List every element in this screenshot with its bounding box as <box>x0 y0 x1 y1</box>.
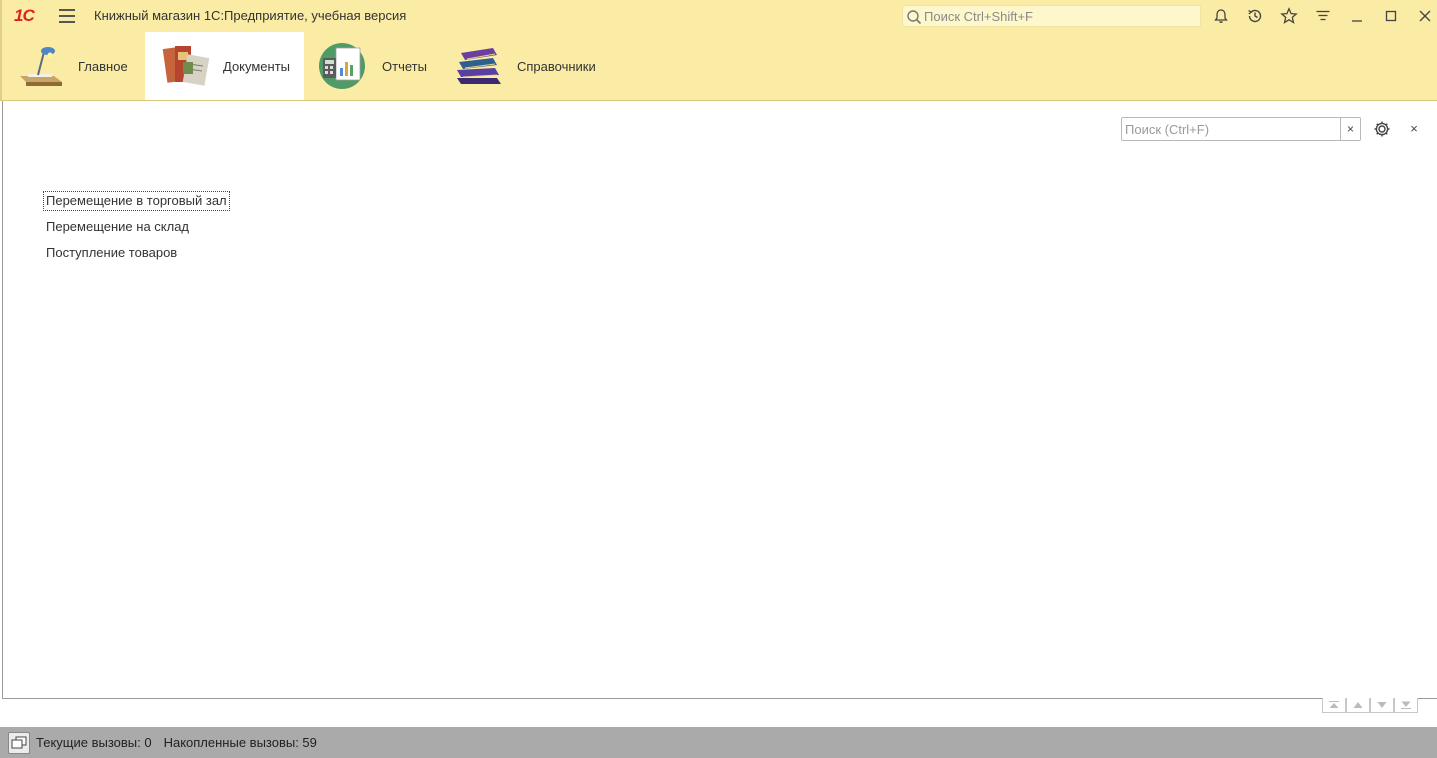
app-title: Книжный магазин 1С:Предприятие, учебная … <box>94 8 407 23</box>
reports-icon <box>319 43 365 89</box>
books-icon <box>457 48 501 84</box>
section-label: Документы <box>223 58 291 74</box>
bell-icon[interactable] <box>1211 6 1231 26</box>
documents-icon <box>162 46 210 86</box>
section-label: Отчеты <box>382 58 427 74</box>
clear-search-button[interactable]: × <box>1340 118 1360 140</box>
current-calls: Текущие вызовы: 0 <box>36 735 152 750</box>
section-catalogs[interactable]: Справочники <box>453 32 603 100</box>
scroll-top-icon[interactable] <box>1322 698 1346 713</box>
section-documents[interactable]: Документы <box>145 32 304 100</box>
accumulated-calls: Накопленные вызовы: 59 <box>163 735 317 750</box>
section-main[interactable]: Главное <box>14 32 142 100</box>
scroll-up-icon[interactable] <box>1346 698 1370 713</box>
windows-icon[interactable] <box>8 731 30 754</box>
minimize-icon[interactable] <box>1347 6 1367 26</box>
maximize-icon[interactable] <box>1381 6 1401 26</box>
scroll-nav <box>1322 698 1418 713</box>
search-icon <box>907 10 922 25</box>
section-reports[interactable]: Отчеты <box>318 32 438 100</box>
scroll-down-icon[interactable] <box>1370 698 1394 713</box>
sections-panel: Главное Документы Отчеты Справочники <box>0 32 1437 101</box>
gear-icon[interactable] <box>1372 119 1392 139</box>
history-icon[interactable] <box>1245 6 1265 26</box>
document-list: Перемещение в торговый зал Перемещение н… <box>43 191 230 269</box>
filter-menu-icon[interactable] <box>1313 6 1333 26</box>
list-item[interactable]: Перемещение в торговый зал <box>43 191 230 211</box>
title-bar: 1С Книжный магазин 1С:Предприятие, учебн… <box>0 0 1437 32</box>
section-label: Главное <box>78 58 128 74</box>
list-item[interactable]: Поступление товаров <box>43 243 180 263</box>
panel-search[interactable]: × <box>1121 117 1361 141</box>
documents-panel: × × Перемещение в торговый зал Перемещен… <box>2 101 1437 699</box>
desk-lamp-icon <box>20 47 62 86</box>
app-logo: 1С <box>14 6 35 25</box>
section-label: Справочники <box>517 58 596 74</box>
star-icon[interactable] <box>1279 6 1299 26</box>
close-icon[interactable] <box>1415 6 1435 26</box>
status-bar: Текущие вызовы: 0 Накопленные вызовы: 59 <box>0 727 1437 758</box>
close-panel-button[interactable]: × <box>1406 119 1422 139</box>
list-item[interactable]: Перемещение на склад <box>43 217 192 237</box>
hamburger-menu-icon[interactable] <box>59 9 75 23</box>
panel-search-input[interactable] <box>1125 120 1337 138</box>
global-search-input[interactable] <box>924 7 1194 25</box>
global-search[interactable] <box>902 5 1201 27</box>
scroll-bottom-icon[interactable] <box>1394 698 1418 713</box>
